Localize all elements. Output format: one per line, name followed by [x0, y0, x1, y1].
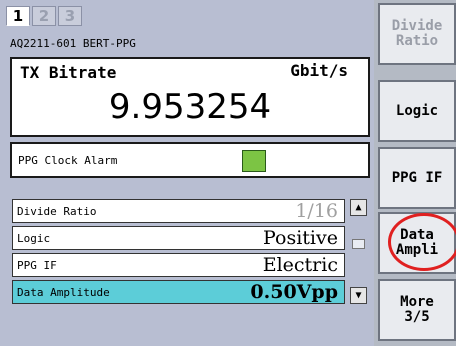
clock-alarm-panel: PPG Clock Alarm: [10, 142, 370, 178]
param-row-data-amplitude[interactable]: Data Amplitude 0.50Vpp: [12, 280, 345, 304]
softkey-more[interactable]: More 3/5: [378, 279, 456, 341]
param-scrollbar[interactable]: ▲ ▼: [350, 199, 367, 307]
param-name: Logic: [17, 232, 51, 245]
param-name: Data Amplitude: [17, 286, 110, 299]
bitrate-label: TX Bitrate: [20, 63, 117, 82]
param-name: PPG IF: [17, 259, 57, 272]
bitrate-value: 9.953254: [108, 87, 272, 127]
param-value: 1/16: [295, 200, 338, 222]
tab-2[interactable]: 2: [32, 6, 56, 26]
bitrate-unit: Gbit/s: [290, 61, 348, 80]
softkey-ppg-if[interactable]: PPG IF: [378, 147, 456, 209]
bitrate-display[interactable]: TX Bitrate Gbit/s 9.953254: [10, 57, 370, 137]
param-row-ppg-if[interactable]: PPG IF Electric: [12, 253, 345, 277]
device-name: AQ2211-601 BERT-PPG: [10, 37, 136, 50]
softkey-data-amplitude[interactable]: Data Ampli: [378, 212, 456, 274]
scroll-up-icon[interactable]: ▲: [350, 199, 367, 216]
param-value: 0.50Vpp: [250, 281, 338, 303]
tab-3[interactable]: 3: [58, 6, 82, 26]
softkey-divide-ratio[interactable]: Divide Ratio: [378, 3, 456, 65]
parameter-list: Divide Ratio 1/16 Logic Positive PPG IF …: [12, 199, 345, 307]
tab-1[interactable]: 1: [6, 6, 30, 26]
alarm-indicator-icon: [242, 150, 266, 172]
clock-alarm-label: PPG Clock Alarm: [18, 154, 118, 167]
softkey-column: Divide Ratio Logic PPG IF Data Ampli Mor…: [376, 0, 456, 346]
param-value: Positive: [263, 227, 338, 249]
param-row-divide-ratio[interactable]: Divide Ratio 1/16: [12, 199, 345, 223]
scroll-down-icon[interactable]: ▼: [350, 287, 367, 304]
param-name: Divide Ratio: [17, 205, 97, 218]
scroll-thumb[interactable]: [352, 239, 365, 249]
param-row-logic[interactable]: Logic Positive: [12, 226, 345, 250]
page-tabs: 1 2 3: [6, 6, 84, 26]
main-panel: 1 2 3 AQ2211-601 BERT-PPG TX Bitrate Gbi…: [0, 0, 374, 346]
param-value: Electric: [262, 254, 338, 276]
softkey-logic[interactable]: Logic: [378, 80, 456, 142]
